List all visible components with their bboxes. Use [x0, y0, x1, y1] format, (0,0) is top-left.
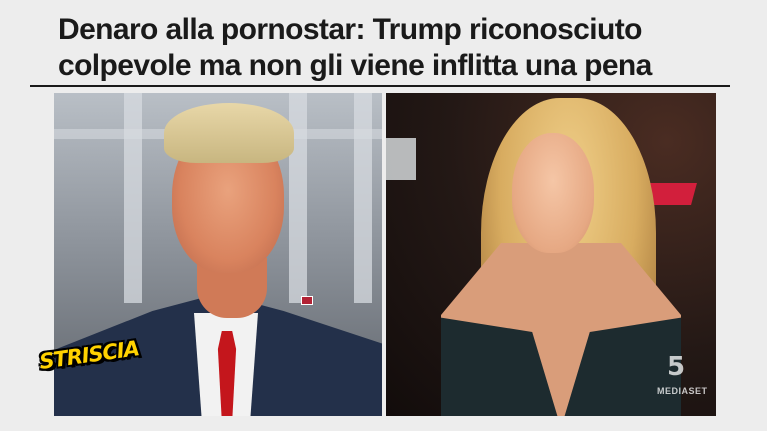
headline-line-2: colpevole ma non gli viene inflitta una … [58, 49, 652, 82]
news-screen: Denaro alla pornostar: Trump riconosciut… [0, 0, 767, 431]
channel-watermark-text: MEDIASET [657, 386, 708, 396]
headline: Denaro alla pornostar: Trump riconosciut… [58, 12, 738, 84]
background-column [124, 93, 142, 303]
channel-number: 5 [667, 352, 686, 382]
background-light [386, 138, 416, 180]
hair [164, 103, 294, 163]
headline-divider [30, 85, 730, 87]
face [512, 133, 594, 253]
headline-line-1: Denaro alla pornostar: Trump riconosciut… [58, 13, 642, 46]
background-column [354, 93, 372, 303]
channel-watermark: 5 MEDIASET [657, 352, 717, 402]
flag-pin-icon [301, 296, 313, 305]
